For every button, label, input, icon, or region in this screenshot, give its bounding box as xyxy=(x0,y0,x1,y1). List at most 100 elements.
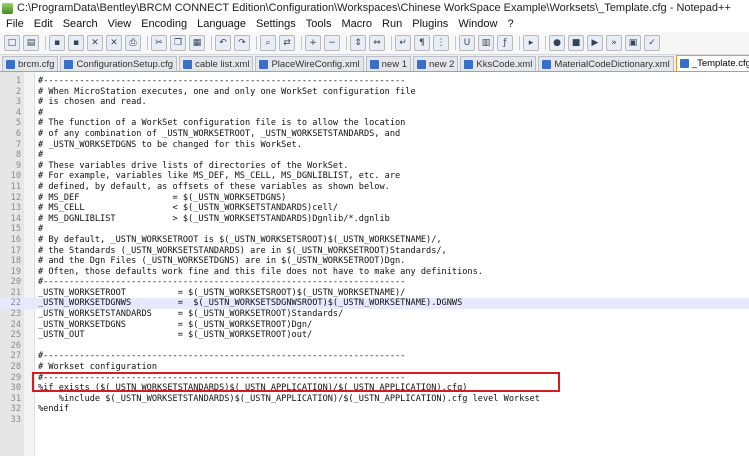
run-macro-icon[interactable]: » xyxy=(606,35,622,51)
tab-new-1[interactable]: new 1 xyxy=(365,56,411,71)
tab-brcm-cfg[interactable]: brcm.cfg xyxy=(2,56,59,71)
code-line[interactable]: 23 _USTN_WORKSETSTANDARDS = $(_USTN_WORKS… xyxy=(0,309,749,320)
code-line[interactable]: 27 #-------------------------------------… xyxy=(0,351,749,362)
line-text[interactable]: # xyxy=(38,150,43,161)
line-text[interactable]: # defined, by default, as offsets of the… xyxy=(38,182,390,193)
spellcheck-icon[interactable]: ✓ xyxy=(644,35,660,51)
line-text[interactable]: # is chosen and read. xyxy=(38,97,147,108)
code-line[interactable]: 1 #--------------------------------------… xyxy=(0,76,749,87)
line-text[interactable]: # MS_DEF = $(_USTN_WORKSETDGNS) xyxy=(38,193,286,204)
code-line[interactable]: 20 #-------------------------------------… xyxy=(0,277,749,288)
undo-icon[interactable]: ↶ xyxy=(215,35,231,51)
close-icon[interactable]: ✕ xyxy=(87,35,103,51)
code-line[interactable]: 24 _USTN_WORKSETDGNS = $(_USTN_WORKSETROO… xyxy=(0,320,749,331)
code-line[interactable]: 21 _USTN_WORKSETROOT = $(_USTN_WORKSETSRO… xyxy=(0,288,749,299)
menu-item-plugins[interactable]: Plugins xyxy=(412,18,448,30)
code-line[interactable]: 33 xyxy=(0,415,749,426)
replace-icon[interactable]: ⇄ xyxy=(279,35,295,51)
sync-v-icon[interactable]: ⇕ xyxy=(350,35,366,51)
tab-placewireconfig-xml[interactable]: PlaceWireConfig.xml xyxy=(255,56,364,71)
open-icon[interactable]: ▤ xyxy=(23,35,39,51)
code-line[interactable]: 12 # MS_DEF = $(_USTN_WORKSETDGNS) xyxy=(0,193,749,204)
code-line[interactable]: 11 # defined, by default, as offsets of t… xyxy=(0,182,749,193)
line-text[interactable]: # and the Dgn Files (_USTN_WORKSETDGNS) … xyxy=(38,256,405,267)
line-text[interactable]: # By default, _USTN_WORKSETROOT is $(_US… xyxy=(38,235,442,246)
code-line[interactable]: 19 # Often, those defaults work fine and … xyxy=(0,267,749,278)
code-line[interactable]: 26 xyxy=(0,341,749,352)
line-text[interactable]: _USTN_WORKSETROOT = $(_USTN_WORKSETSROOT… xyxy=(38,288,405,299)
menu-item-macro[interactable]: Macro xyxy=(341,18,372,30)
line-text[interactable]: # of any combination of _USTN_WORKSETROO… xyxy=(38,129,400,140)
code-line[interactable]: 14 # MS_DGNLIBLIST > $(_USTN_WORKSETSTAND… xyxy=(0,214,749,225)
line-text[interactable]: # the Standards (_USTN_WORKSETSTANDARDS)… xyxy=(38,246,447,257)
line-text[interactable]: # xyxy=(38,224,43,235)
menu-item-window[interactable]: Window xyxy=(458,18,497,30)
line-text[interactable]: %endif xyxy=(38,404,69,415)
line-text[interactable]: # MS_CELL < $(_USTN_WORKSETSTANDARDS)cel… xyxy=(38,203,338,214)
tab-new-2[interactable]: new 2 xyxy=(413,56,459,71)
line-text[interactable]: # When MicroStation executes, one and on… xyxy=(38,87,416,98)
line-text[interactable]: # MS_DGNLIBLIST > $(_USTN_WORKSETSTANDAR… xyxy=(38,214,390,225)
code-line[interactable]: 13 # MS_CELL < $(_USTN_WORKSETSTANDARDS)c… xyxy=(0,203,749,214)
menu-item-encoding[interactable]: Encoding xyxy=(141,18,187,30)
print-icon[interactable]: ⎙ xyxy=(125,35,141,51)
line-text[interactable]: _USTN_WORKSETSTANDARDS = $(_USTN_WORKSET… xyxy=(38,309,343,320)
code-line[interactable]: 25 _USTN_OUT = $(_USTN_WORKSETROOT)out/ xyxy=(0,330,749,341)
line-text[interactable]: #---------------------------------------… xyxy=(38,277,405,288)
menu-item-file[interactable]: File xyxy=(6,18,24,30)
menu-item-view[interactable]: View xyxy=(108,18,132,30)
code-line[interactable]: 22 _USTN_WORKSETDGNWS = $(_USTN_WORKSETSD… xyxy=(0,298,749,310)
find-icon[interactable]: ⌕ xyxy=(260,35,276,51)
code-line[interactable]: 2 # When MicroStation executes, one and o… xyxy=(0,87,749,98)
line-text[interactable]: # These variables drive lists of directo… xyxy=(38,161,348,172)
menu-item-settings[interactable]: Settings xyxy=(256,18,296,30)
indent-guide-icon[interactable]: ⋮ xyxy=(433,35,449,51)
code-line[interactable]: 8 # xyxy=(0,150,749,161)
stop-macro-icon[interactable]: ■ xyxy=(568,35,584,51)
line-text[interactable]: _USTN_WORKSETDGNWS = $(_USTN_WORKSETSDGN… xyxy=(38,298,462,309)
paste-icon[interactable]: ▦ xyxy=(189,35,205,51)
line-text[interactable]: # Often, those defaults work fine and th… xyxy=(38,267,483,278)
menu-item-search[interactable]: Search xyxy=(63,18,98,30)
cut-icon[interactable]: ✂ xyxy=(151,35,167,51)
code-line[interactable]: 10 # For example, variables like MS_DEF, … xyxy=(0,171,749,182)
line-text[interactable]: _USTN_OUT = $(_USTN_WORKSETROOT)out/ xyxy=(38,330,312,341)
menu-item-help[interactable]: ? xyxy=(507,18,513,30)
line-text[interactable]: # _USTN_WORKSETDGNS to be changed for th… xyxy=(38,140,302,151)
line-text[interactable]: # For example, variables like MS_DEF, MS… xyxy=(38,171,400,182)
menu-item-language[interactable]: Language xyxy=(197,18,246,30)
menu-item-edit[interactable]: Edit xyxy=(34,18,53,30)
function-list-icon[interactable]: ƒ xyxy=(497,35,513,51)
close-all-icon[interactable]: ✕ xyxy=(106,35,122,51)
line-text[interactable]: # xyxy=(38,108,43,119)
tab-cable-list-xml[interactable]: cable list.xml xyxy=(179,56,254,71)
save-icon[interactable]: ▪ xyxy=(49,35,65,51)
doc-map-icon[interactable]: ▥ xyxy=(478,35,494,51)
menu-item-run[interactable]: Run xyxy=(382,18,402,30)
save-all-icon[interactable]: ▪ xyxy=(68,35,84,51)
copy-icon[interactable]: ❐ xyxy=(170,35,186,51)
code-line[interactable]: 7 # _USTN_WORKSETDGNS to be changed for t… xyxy=(0,140,749,151)
code-line[interactable]: 32 %endif xyxy=(0,404,749,415)
redo-icon[interactable]: ↷ xyxy=(234,35,250,51)
zoom-in-icon[interactable]: + xyxy=(305,35,321,51)
zoom-out-icon[interactable]: − xyxy=(324,35,340,51)
line-text[interactable]: _USTN_WORKSETDGNS = $(_USTN_WORKSETROOT)… xyxy=(38,320,312,331)
line-text[interactable]: #---------------------------------------… xyxy=(38,76,405,87)
sync-h-icon[interactable]: ⇔ xyxy=(369,35,385,51)
save-macro-icon[interactable]: ▣ xyxy=(625,35,641,51)
all-chars-icon[interactable]: ¶ xyxy=(414,35,430,51)
code-line[interactable]: 18 # and the Dgn Files (_USTN_WORKSETDGNS… xyxy=(0,256,749,267)
code-line[interactable]: 15 # xyxy=(0,224,749,235)
code-line[interactable]: 4 # xyxy=(0,108,749,119)
line-text[interactable]: #---------------------------------------… xyxy=(38,351,405,362)
code-line[interactable]: 3 # is chosen and read. xyxy=(0,97,749,108)
code-line[interactable]: 5 # The function of a WorkSet configurati… xyxy=(0,118,749,129)
code-line[interactable]: 17 # the Standards (_USTN_WORKSETSTANDARD… xyxy=(0,246,749,257)
play-macro-icon[interactable]: ▶ xyxy=(587,35,603,51)
menu-item-tools[interactable]: Tools xyxy=(306,18,332,30)
folder-workspace-icon[interactable]: ▸ xyxy=(523,35,539,51)
udl-icon[interactable]: U xyxy=(459,35,475,51)
tab--template-cfg[interactable]: _Template.cfg✕ xyxy=(675,55,749,71)
tab-materialcodedictionary-xml[interactable]: MaterialCodeDictionary.xml xyxy=(538,56,674,71)
